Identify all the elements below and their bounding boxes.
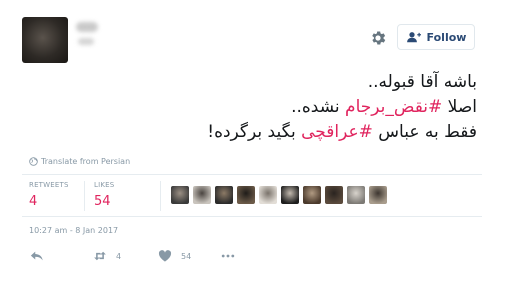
retweets-label: RETWEETS xyxy=(29,181,69,189)
tweet-text-segment: بگید برگرده! xyxy=(207,122,302,142)
divider xyxy=(22,174,482,175)
liker-avatar-10[interactable] xyxy=(369,186,387,204)
tweet-text-segment: اصلا xyxy=(442,97,477,117)
tweet-text: باشه آقا قبوله.. اصلا #نقض_برجام نشده.. فق… xyxy=(37,70,477,145)
likes-label: LIKES xyxy=(94,181,115,189)
more-button[interactable] xyxy=(221,250,235,262)
liker-avatar-6[interactable] xyxy=(281,186,299,204)
liker-avatar-3[interactable] xyxy=(215,186,233,204)
retweet-button[interactable]: 4 xyxy=(93,250,121,262)
gear-icon[interactable] xyxy=(369,29,387,47)
tweet-card: Follow باشه آقا قبوله.. اصلا #نقض_برجام ن… xyxy=(0,0,507,291)
reply-icon xyxy=(30,251,43,261)
more-icon xyxy=(221,254,235,258)
stat-separator xyxy=(84,181,85,211)
tweet-line: فقط به عباس #عراقچی بگید برگرده! xyxy=(37,120,477,145)
retweets-stat[interactable]: RETWEETS 4 xyxy=(29,181,69,209)
blurred-display-name[interactable] xyxy=(76,22,98,32)
liker-avatar-2[interactable] xyxy=(193,186,211,204)
user-avatar[interactable] xyxy=(22,17,68,63)
hashtag-link[interactable]: #نقض_برجام xyxy=(345,97,442,117)
liker-avatar-8[interactable] xyxy=(325,186,343,204)
like-button[interactable]: 54 xyxy=(158,250,191,262)
liker-avatar-5[interactable] xyxy=(259,186,277,204)
translate-link[interactable]: Translate from Persian xyxy=(29,157,130,166)
liker-avatar-7[interactable] xyxy=(303,186,321,204)
stat-separator xyxy=(160,181,161,211)
liker-avatars xyxy=(171,186,387,204)
blurred-username[interactable] xyxy=(78,38,94,45)
liker-avatar-4[interactable] xyxy=(237,186,255,204)
retweet-icon xyxy=(94,251,106,261)
tweet-text-segment: فقط به عباس xyxy=(372,122,477,142)
tweet-text-segment: نشده.. xyxy=(291,97,346,117)
globe-icon xyxy=(29,157,38,166)
reply-button[interactable] xyxy=(30,250,44,262)
tweet-line: باشه آقا قبوله.. xyxy=(37,70,477,95)
follow-label: Follow xyxy=(426,30,467,44)
follow-button[interactable]: Follow xyxy=(397,24,475,50)
likes-count: 54 xyxy=(94,194,111,209)
translate-label: Translate from Persian xyxy=(41,157,131,166)
tweet-timestamp[interactable]: 10:27 am - 8 Jan 2017 xyxy=(29,226,118,235)
like-count: 54 xyxy=(181,251,192,261)
retweets-count: 4 xyxy=(29,194,38,209)
add-user-icon xyxy=(406,32,421,43)
heart-icon xyxy=(158,250,172,262)
tweet-line: اصلا #نقض_برجام نشده.. xyxy=(37,95,477,120)
likes-stat[interactable]: LIKES 54 xyxy=(94,181,114,209)
liker-avatar-9[interactable] xyxy=(347,186,365,204)
liker-avatar-1[interactable] xyxy=(171,186,189,204)
hashtag-link[interactable]: #عراقچی xyxy=(301,122,373,142)
divider xyxy=(22,216,482,217)
retweet-count: 4 xyxy=(116,251,122,261)
tweet-text-segment: باشه آقا قبوله.. xyxy=(367,72,477,92)
